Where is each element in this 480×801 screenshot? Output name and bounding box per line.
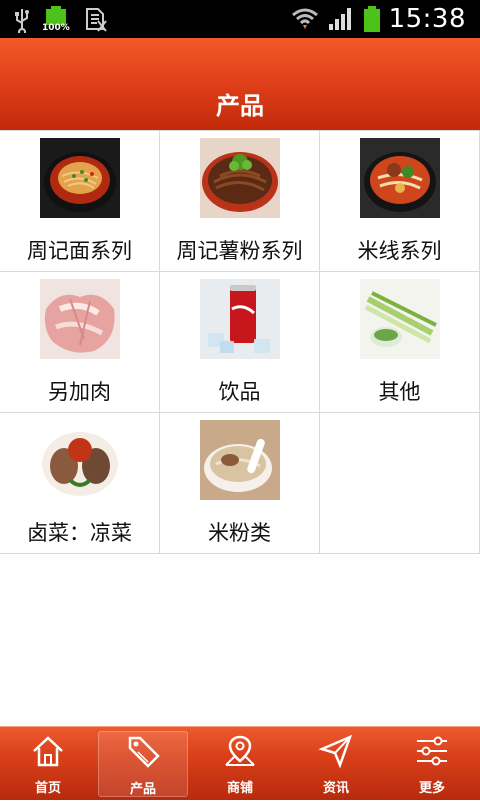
grid-row: 另加肉 饮品 其他 xyxy=(0,272,480,413)
battery-full-icon: 100% xyxy=(42,6,70,34)
rice-noodle-soup-image xyxy=(200,420,280,500)
tab-label: 商铺 xyxy=(226,781,253,796)
signal-icon xyxy=(328,8,351,30)
braised-dishes-image xyxy=(40,420,120,500)
product-label: 米线系列 xyxy=(357,239,442,263)
product-item[interactable]: 卤菜：凉菜 xyxy=(0,413,160,553)
product-item[interactable]: 饮品 xyxy=(160,272,320,412)
product-item[interactable]: 米线系列 xyxy=(320,131,480,271)
status-icons-left: 100% xyxy=(14,6,108,34)
product-label: 周记薯粉系列 xyxy=(176,239,303,263)
product-item[interactable]: 周记面系列 xyxy=(0,131,160,271)
page-title: 产品 xyxy=(216,92,264,120)
sliders-icon xyxy=(417,736,447,766)
tab-products[interactable]: 产品 xyxy=(98,731,188,797)
paper-plane-icon xyxy=(318,734,353,769)
tab-label: 首页 xyxy=(34,781,61,796)
noodle-bowl-image xyxy=(40,138,120,218)
battery-percent-text: 100% xyxy=(42,23,70,33)
grid-row: 卤菜：凉菜 米粉类 xyxy=(0,413,480,554)
product-item[interactable]: 另加肉 xyxy=(0,272,160,412)
product-label: 米粉类 xyxy=(208,521,271,545)
tab-news[interactable]: 资讯 xyxy=(288,727,384,801)
usb-icon xyxy=(15,9,29,33)
status-time: 15:38 xyxy=(388,4,466,34)
product-label: 饮品 xyxy=(218,380,261,404)
product-item[interactable]: 米粉类 xyxy=(160,413,320,553)
tab-more[interactable]: 更多 xyxy=(384,727,480,801)
product-label: 周记面系列 xyxy=(27,239,132,263)
product-grid: 周记面系列 周记薯粉系列 米线系列 另加肉 饮品 其他 卤菜：凉菜 米粉类 xyxy=(0,130,480,554)
sweet-potato-noodle-image xyxy=(200,138,280,218)
tab-label: 产品 xyxy=(129,782,156,797)
empty-grid-cell xyxy=(320,413,480,553)
sim-card-icon xyxy=(86,8,107,32)
tab-shop[interactable]: 商铺 xyxy=(192,727,288,801)
product-label: 其他 xyxy=(378,380,421,404)
cola-can-image xyxy=(200,279,280,359)
scallion-image xyxy=(360,279,440,359)
tab-home[interactable]: 首页 xyxy=(0,727,96,801)
status-icons-right: 15:38 xyxy=(291,4,466,34)
product-label: 卤菜：凉菜 xyxy=(27,521,132,545)
tab-label: 更多 xyxy=(418,781,445,796)
tab-label: 资讯 xyxy=(322,781,349,796)
raw-meat-image xyxy=(40,279,120,359)
product-item[interactable]: 周记薯粉系列 xyxy=(160,131,320,271)
grid-row: 周记面系列 周记薯粉系列 米线系列 xyxy=(0,131,480,272)
product-label: 另加肉 xyxy=(48,380,111,404)
home-icon xyxy=(33,736,63,767)
battery-icon xyxy=(363,6,380,32)
map-pin-icon xyxy=(225,735,255,766)
bottom-tab-bar: 首页 产品 商铺 资讯 更多 xyxy=(0,726,480,800)
rice-noodle-bowl-image xyxy=(360,138,440,218)
product-item[interactable]: 其他 xyxy=(320,272,480,412)
status-bar: 100% 15:38 xyxy=(0,0,480,38)
wifi-icon xyxy=(291,8,318,29)
title-bar: 产品 xyxy=(0,38,480,130)
sale-tag-icon xyxy=(128,736,160,768)
